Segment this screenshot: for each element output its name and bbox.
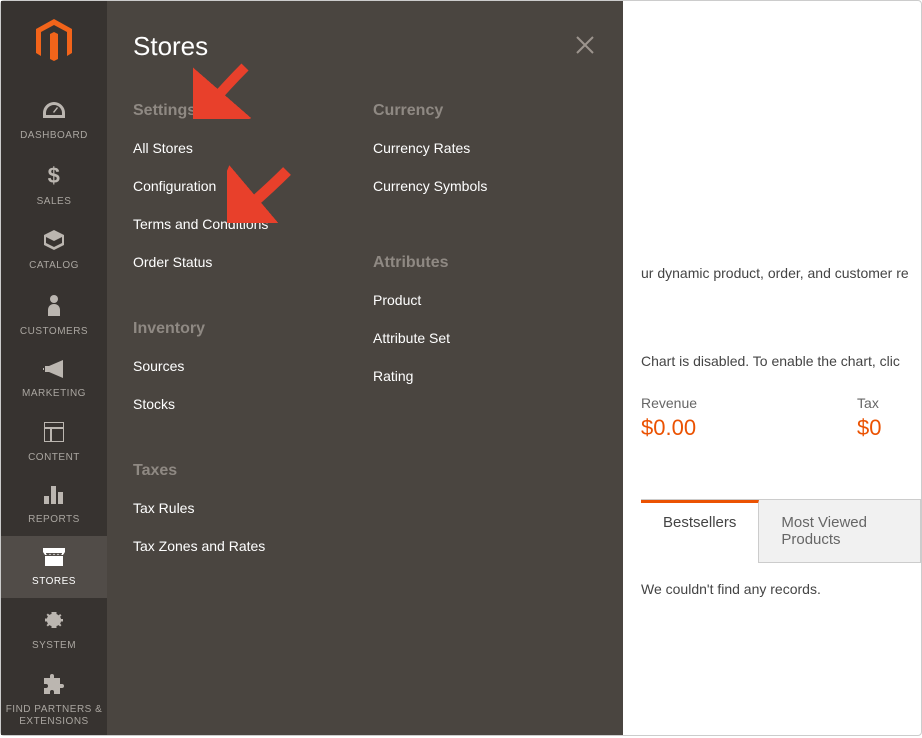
link-attribute-set[interactable]: Attribute Set: [373, 330, 593, 346]
nav-label: SYSTEM: [32, 640, 76, 652]
tab-bestsellers[interactable]: Bestsellers: [641, 500, 759, 563]
svg-text:$: $: [48, 164, 61, 186]
stores-flyout: Stores Settings All Stores Configuration…: [107, 1, 623, 735]
section-settings: Settings: [133, 102, 353, 120]
nav-stores[interactable]: STORES: [1, 536, 107, 598]
nav-partners[interactable]: FIND PARTNERS & EXTENSIONS: [1, 662, 107, 738]
tab-most-viewed[interactable]: Most Viewed Products: [759, 500, 921, 563]
chart-disabled-text: Chart is disabled. To enable the chart, …: [641, 353, 921, 369]
intro-text: ur dynamic product, order, and customer …: [641, 265, 921, 281]
close-icon: [575, 35, 595, 55]
bar-chart-icon: [44, 486, 64, 508]
person-icon: [47, 294, 61, 320]
stat-label: Tax: [857, 395, 881, 411]
stat-label: Revenue: [641, 395, 697, 411]
nav-label: DASHBOARD: [20, 130, 88, 142]
nav-sales[interactable]: $ SALES: [1, 152, 107, 218]
nav-content[interactable]: CONTENT: [1, 410, 107, 474]
stat-value: $0.00: [641, 415, 697, 441]
link-order-status[interactable]: Order Status: [133, 254, 353, 270]
nav-label: SALES: [37, 196, 72, 208]
link-sources[interactable]: Sources: [133, 358, 353, 374]
nav-label: REPORTS: [28, 514, 80, 526]
link-currency-rates[interactable]: Currency Rates: [373, 140, 593, 156]
store-icon: [43, 548, 65, 570]
link-configuration[interactable]: Configuration: [133, 178, 353, 194]
close-button[interactable]: [575, 35, 595, 60]
nav-marketing[interactable]: MARKETING: [1, 348, 107, 410]
link-all-stores[interactable]: All Stores: [133, 140, 353, 156]
nav-customers[interactable]: CUSTOMERS: [1, 282, 107, 348]
section-inventory: Inventory: [133, 320, 353, 338]
flyout-title: Stores: [133, 31, 593, 62]
nav-system[interactable]: SYSTEM: [1, 598, 107, 662]
puzzle-icon: [44, 674, 64, 698]
stat-tax: Tax $0: [857, 395, 881, 441]
flyout-col-left: Settings All Stores Configuration Terms …: [133, 102, 353, 576]
nav-label: MARKETING: [22, 388, 86, 400]
dollar-icon: $: [47, 164, 61, 190]
nav-label: STORES: [32, 576, 76, 588]
gear-icon: [44, 610, 64, 634]
tab-empty-text: We couldn't find any records.: [641, 563, 921, 597]
section-currency: Currency: [373, 102, 593, 120]
flyout-col-right: Currency Currency Rates Currency Symbols…: [373, 102, 593, 576]
stat-revenue: Revenue $0.00: [641, 395, 697, 441]
main-content: ur dynamic product, order, and customer …: [623, 1, 921, 735]
admin-sidebar: DASHBOARD $ SALES CATALOG CUSTOMERS MARK…: [1, 1, 107, 735]
link-terms-conditions[interactable]: Terms and Conditions: [133, 216, 353, 232]
box-icon: [43, 230, 65, 254]
link-tax-rules[interactable]: Tax Rules: [133, 500, 353, 516]
nav-label: CATALOG: [29, 260, 79, 272]
stat-value: $0: [857, 415, 881, 441]
section-taxes: Taxes: [133, 462, 353, 480]
link-tax-zones[interactable]: Tax Zones and Rates: [133, 538, 353, 554]
nav-label: CUSTOMERS: [20, 326, 88, 338]
nav-label: CONTENT: [28, 452, 80, 464]
link-stocks[interactable]: Stocks: [133, 396, 353, 412]
section-attributes: Attributes: [373, 254, 593, 272]
nav-label: FIND PARTNERS & EXTENSIONS: [1, 704, 107, 728]
link-currency-symbols[interactable]: Currency Symbols: [373, 178, 593, 194]
gauge-icon: [43, 102, 65, 124]
nav-reports[interactable]: REPORTS: [1, 474, 107, 536]
link-product[interactable]: Product: [373, 292, 593, 308]
megaphone-icon: [43, 360, 65, 382]
nav-catalog[interactable]: CATALOG: [1, 218, 107, 282]
magento-logo: [34, 19, 74, 68]
layout-icon: [44, 422, 64, 446]
tabs: Bestsellers Most Viewed Products: [641, 499, 921, 563]
nav-dashboard[interactable]: DASHBOARD: [1, 90, 107, 152]
link-rating[interactable]: Rating: [373, 368, 593, 384]
